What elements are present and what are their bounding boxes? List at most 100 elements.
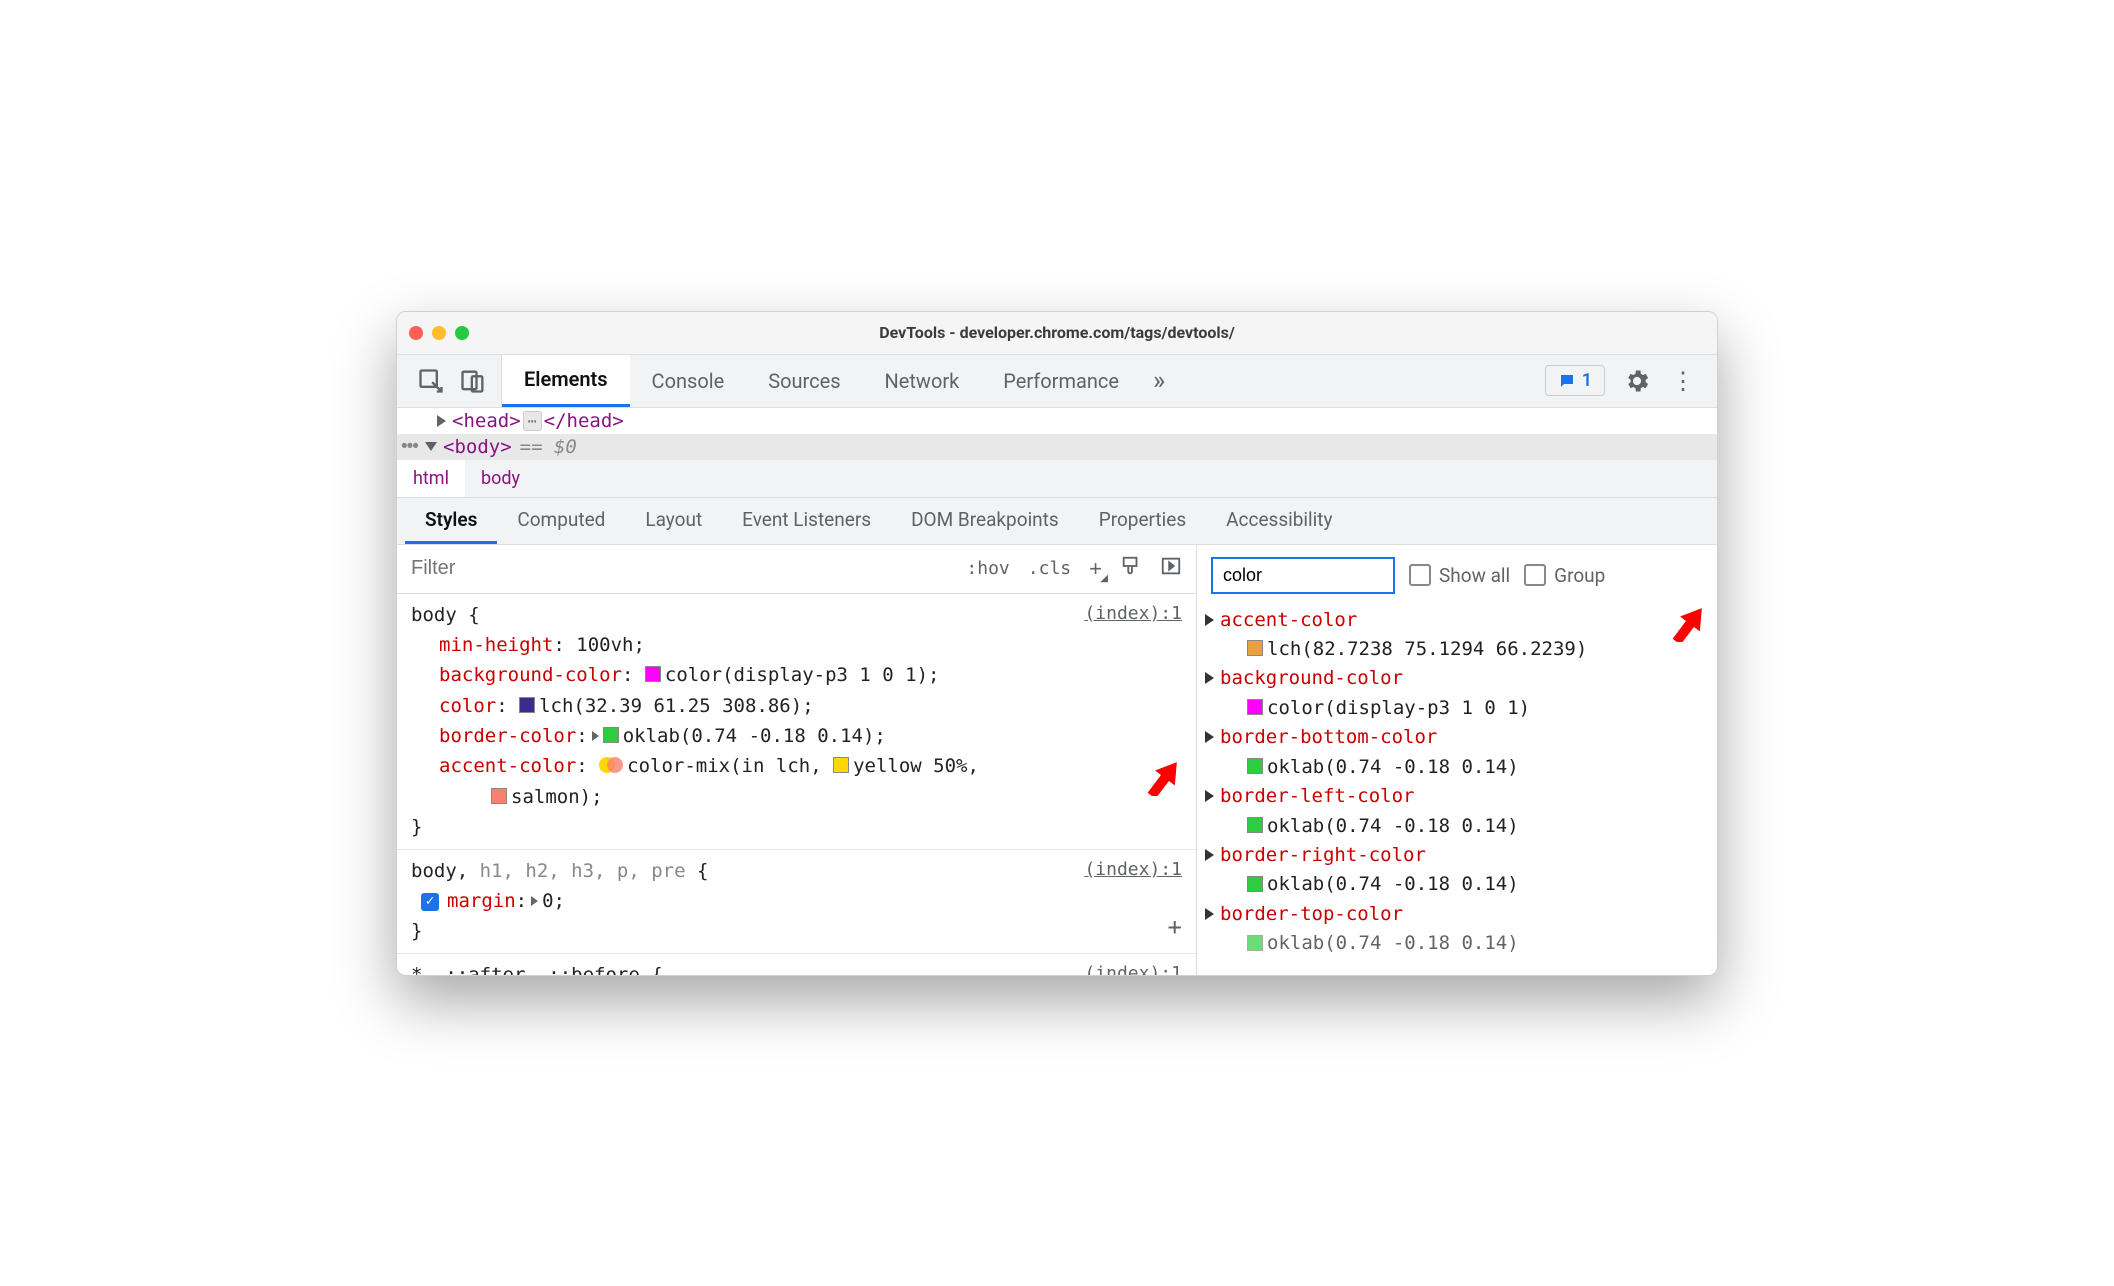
computed-property[interactable]: border-left-color oklab(0.74 -0.18 0.14) [1203,782,1711,841]
annotation-arrow-icon [1140,754,1182,796]
dom-node-body-selected[interactable]: <body> == $0 [397,434,1717,460]
main-tabs: Elements Console Sources Network Perform… [502,355,1177,407]
color-swatch-icon[interactable] [1247,758,1263,774]
computed-filter-row: Show all Group [1197,545,1717,606]
color-swatch-icon[interactable] [491,788,507,804]
styles-body[interactable]: (index):1 body { min-height: 100vh; back… [397,594,1196,975]
devtools-window: DevTools - developer.chrome.com/tags/dev… [396,311,1718,976]
breadcrumb-html[interactable]: html [397,460,465,497]
expand-triangle-icon[interactable] [1205,908,1214,920]
tab-elements[interactable]: Elements [502,355,630,407]
computed-list[interactable]: accent-color lch(82.7238 75.1294 66.2239… [1197,606,1717,975]
css-property-continuation[interactable]: salmon); [411,782,1182,812]
breadcrumb-body[interactable]: body [465,460,536,497]
css-rule[interactable]: (index):1 *, ::after, ::before { [397,954,1196,975]
computed-property[interactable]: border-top-color oklab(0.74 -0.18 0.14) [1203,900,1711,959]
inspect-icon[interactable] [417,367,445,395]
paint-brush-icon[interactable] [1120,555,1142,582]
css-rule[interactable]: (index):1 body, h1, h2, h3, p, pre { ✓ma… [397,850,1196,954]
rule-source-link[interactable]: (index):1 [1084,856,1182,885]
issues-count: 1 [1582,370,1592,391]
rule-close-brace: } [411,812,1182,842]
computed-property[interactable]: border-bottom-color oklab(0.74 -0.18 0.1… [1203,723,1711,782]
expand-triangle-icon[interactable] [1205,731,1214,743]
color-swatch-icon[interactable] [519,697,535,713]
window-title: DevTools - developer.chrome.com/tags/dev… [469,323,1645,342]
dom-node-head[interactable]: <head> ⋯ </head> [397,408,1717,434]
add-property-plus-icon[interactable]: + [1168,908,1182,946]
annotation-arrow-icon [1665,606,1707,642]
color-swatch-icon[interactable] [1247,817,1263,833]
tab-performance[interactable]: Performance [981,355,1141,407]
computed-property[interactable]: accent-color lch(82.7238 75.1294 66.2239… [1203,606,1711,665]
color-swatch-icon[interactable] [1247,699,1263,715]
css-rule[interactable]: (index):1 body { min-height: 100vh; back… [397,594,1196,850]
subtab-properties[interactable]: Properties [1079,498,1206,544]
computed-pane: Show all Group accent-color lch(82.7238 … [1197,545,1717,975]
color-mix-swatch-icon[interactable] [599,756,623,774]
expand-triangle-icon[interactable] [437,415,446,427]
minimize-window-button[interactable] [432,326,446,340]
computed-filter-input[interactable] [1211,557,1395,594]
checkbox-unchecked-icon [1409,564,1431,586]
main-toolbar: Elements Console Sources Network Perform… [397,355,1717,408]
computed-panel-icon[interactable] [1160,555,1182,582]
tab-console[interactable]: Console [630,355,747,407]
expand-triangle-icon[interactable] [1205,672,1214,684]
subtab-event-listeners[interactable]: Event Listeners [722,498,891,544]
more-tabs-chevron-icon[interactable]: » [1141,355,1177,407]
settings-gear-icon[interactable] [1623,367,1651,395]
kebab-menu-icon[interactable]: ⋮ [1669,367,1697,395]
computed-property[interactable]: background-color color(display-p3 1 0 1) [1203,664,1711,723]
tab-sources[interactable]: Sources [746,355,862,407]
computed-property[interactable]: border-right-color oklab(0.74 -0.18 0.14… [1203,841,1711,900]
breadcrumb: html body [397,460,1717,498]
collapse-triangle-icon[interactable] [425,442,437,451]
subtab-styles[interactable]: Styles [405,498,497,544]
subtab-computed[interactable]: Computed [497,498,625,544]
issues-badge[interactable]: 1 [1545,365,1605,396]
styles-pane: :hov .cls +◢ (index):1 body { min-heigh [397,545,1197,975]
expand-triangle-icon[interactable] [1205,849,1214,861]
color-swatch-icon[interactable] [603,727,619,743]
rule-close-brace: } [411,916,1182,946]
css-property[interactable]: color: lch(32.39 61.25 308.86); [411,691,1182,721]
checkbox-unchecked-icon [1524,564,1546,586]
show-all-checkbox[interactable]: Show all [1409,564,1510,587]
rule-selector[interactable]: body, h1, h2, h3, p, pre { [411,856,1182,886]
subtab-dom-breakpoints[interactable]: DOM Breakpoints [891,498,1079,544]
color-swatch-icon[interactable] [645,666,661,682]
css-property[interactable]: background-color: color(display-p3 1 0 1… [411,660,1182,690]
color-swatch-icon[interactable] [1247,935,1263,951]
expand-triangle-icon[interactable] [1205,790,1214,802]
new-rule-plus-icon[interactable]: +◢ [1089,556,1102,582]
expand-triangle-icon[interactable] [531,896,538,906]
cls-toggle[interactable]: .cls [1028,558,1071,579]
css-property[interactable]: min-height: 100vh; [411,630,1182,660]
expand-triangle-icon[interactable] [1205,614,1214,626]
rule-source-link[interactable]: (index):1 [1084,960,1182,975]
color-swatch-icon[interactable] [833,757,849,773]
subtab-accessibility[interactable]: Accessibility [1206,498,1352,544]
css-property[interactable]: border-color:oklab(0.74 -0.18 0.14); [411,721,1182,751]
expand-triangle-icon[interactable] [592,731,599,741]
styles-filter-input[interactable] [397,557,952,580]
zoom-window-button[interactable] [455,326,469,340]
ellipsis-icon[interactable]: ⋯ [523,411,542,431]
hov-toggle[interactable]: :hov [966,558,1009,579]
group-checkbox[interactable]: Group [1524,564,1605,587]
close-window-button[interactable] [409,326,423,340]
color-swatch-icon[interactable] [1247,876,1263,892]
rule-source-link[interactable]: (index):1 [1084,600,1182,629]
styles-filter-row: :hov .cls +◢ [397,545,1196,594]
subtab-layout[interactable]: Layout [625,498,722,544]
dom-tree[interactable]: <head> ⋯ </head> <body> == $0 [397,408,1717,460]
device-toggle-icon[interactable] [459,367,487,395]
css-property[interactable]: accent-color: color-mix(in lch, yellow 5… [411,751,1182,781]
rule-selector[interactable]: *, ::after, ::before { [411,960,1182,975]
tab-network[interactable]: Network [863,355,982,407]
color-swatch-icon[interactable] [1247,640,1263,656]
css-property[interactable]: ✓margin:0; [411,886,1182,916]
checkbox-checked-icon[interactable]: ✓ [421,893,439,911]
rule-selector[interactable]: body { [411,600,1182,630]
